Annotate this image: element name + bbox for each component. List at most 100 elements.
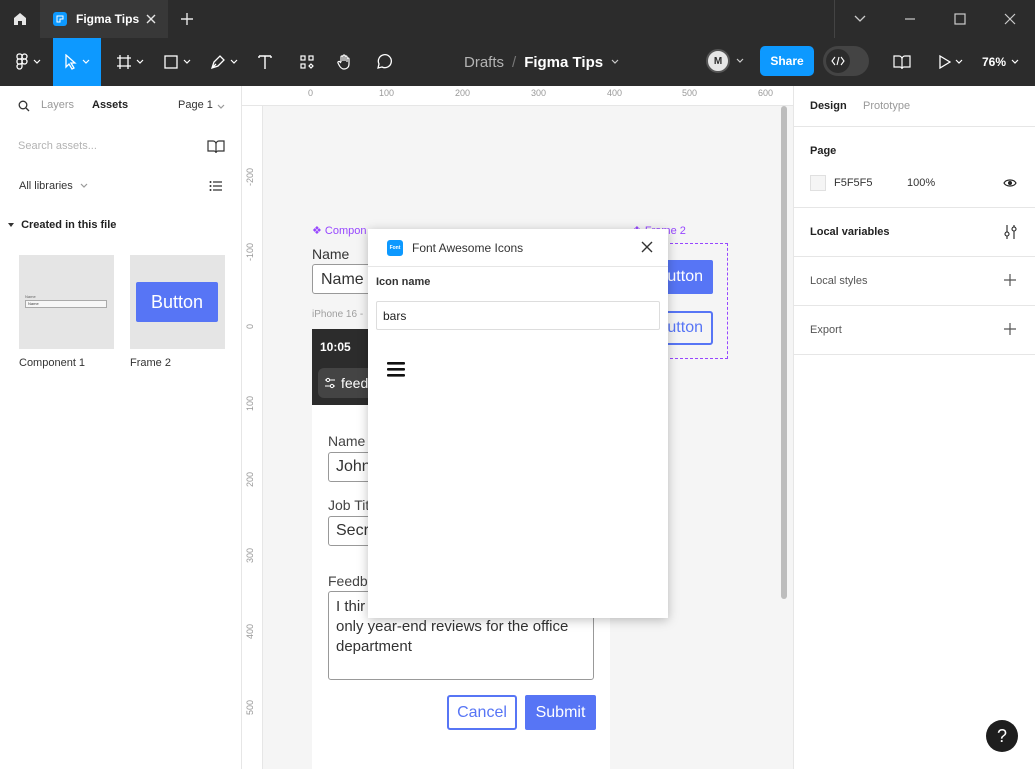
comment-tool[interactable] (370, 38, 398, 86)
search-assets-input[interactable]: Search assets... (18, 140, 97, 152)
chevron-down-icon (230, 59, 238, 64)
local-variables-section[interactable]: Local variables (794, 208, 1035, 257)
hand-tool[interactable] (332, 38, 358, 86)
tab-prototype[interactable]: Prototype (863, 100, 910, 112)
icon-name-input[interactable]: bars (376, 301, 660, 330)
asset-component-1[interactable]: Name Name (19, 255, 114, 349)
breadcrumb: Drafts / Figma Tips (464, 38, 619, 86)
asset-frame-2[interactable]: Button (130, 255, 225, 349)
all-libraries-dropdown[interactable]: All libraries (19, 180, 88, 192)
close-window-button[interactable] (985, 0, 1035, 38)
bars-icon[interactable] (387, 361, 405, 377)
plugin-title: Font Awesome Icons (412, 241, 524, 255)
move-tool[interactable] (53, 38, 101, 86)
zoom-menu[interactable]: 76% (982, 38, 1019, 86)
sliders-icon (325, 377, 335, 389)
minimize-button[interactable] (885, 0, 935, 38)
shape-tool[interactable] (157, 38, 197, 86)
chevron-down-icon[interactable] (611, 59, 619, 65)
local-styles-section[interactable]: Local styles (794, 257, 1035, 306)
tabs-dropdown-button[interactable] (835, 0, 885, 38)
plugin-close-button[interactable] (640, 240, 654, 254)
phone-job-label: Job Tit (328, 497, 370, 513)
home-button[interactable] (0, 0, 40, 38)
asset-label-component-1: Component 1 (19, 357, 86, 369)
phone-chip-text: feed (341, 375, 369, 391)
resources-icon (300, 55, 314, 69)
component-1-label[interactable]: ❖ Compon (312, 224, 367, 237)
help-button[interactable]: ? (986, 720, 1018, 752)
variables-settings-icon[interactable] (1004, 224, 1017, 240)
resources-tool[interactable] (294, 38, 320, 86)
phone-submit-button[interactable]: Submit (525, 695, 596, 730)
right-panel-tabs: Design Prototype (794, 86, 1035, 127)
book-icon[interactable] (207, 140, 225, 154)
chevron-down-icon (736, 58, 744, 63)
page-color-swatch[interactable] (810, 175, 826, 191)
left-panel: Layers Assets Page 1 Search assets... Al… (0, 86, 242, 769)
search-icon[interactable] (18, 100, 30, 112)
phone-cancel-button[interactable]: Cancel (447, 695, 517, 730)
share-button[interactable]: Share (760, 46, 814, 76)
frame-tool[interactable] (110, 38, 150, 86)
all-libraries-label: All libraries (19, 180, 73, 192)
close-icon (1004, 13, 1016, 25)
page-section-title: Page (810, 145, 837, 157)
main-menu-button[interactable] (8, 38, 48, 86)
phone-time: 10:05 (320, 340, 351, 354)
chevron-down-icon (1011, 59, 1019, 64)
present-button[interactable] (934, 38, 968, 86)
created-in-file-label: Created in this file (21, 219, 117, 231)
plus-icon (181, 13, 193, 25)
pen-tool[interactable] (204, 38, 244, 86)
ruler-left: -200 -100 0 100 200 300 400 500 (242, 106, 263, 769)
ruler-tick: 100 (379, 88, 395, 98)
tab-design[interactable]: Design (810, 100, 847, 112)
avatar[interactable]: M (706, 49, 730, 73)
avatar-menu-chevron[interactable] (736, 58, 744, 64)
chevron-down-icon (33, 59, 41, 64)
plus-icon[interactable] (1004, 323, 1016, 335)
caret-down-icon (8, 223, 14, 227)
component-1-field-label: Name (312, 246, 350, 262)
file-tab[interactable]: Figma Tips (40, 0, 168, 38)
tab-assets[interactable]: Assets (92, 99, 128, 111)
export-section[interactable]: Export (794, 306, 1035, 355)
iphone-frame-label[interactable]: iPhone 16 - (312, 309, 363, 320)
hand-icon (337, 54, 350, 70)
tab-layers[interactable]: Layers (41, 99, 74, 111)
toolbar: Drafts / Figma Tips M Share 76% (0, 38, 1035, 86)
eye-icon[interactable] (1003, 178, 1017, 188)
maximize-button[interactable] (935, 0, 985, 38)
created-in-file-section[interactable]: Created in this file (8, 219, 116, 231)
page-section: Page F5F5F5 100% (794, 127, 1035, 208)
breadcrumb-drafts[interactable]: Drafts (464, 54, 504, 71)
list-view-icon[interactable] (209, 180, 223, 192)
rectangle-icon (164, 55, 178, 69)
right-panel: Design Prototype Page F5F5F5 100% Local … (793, 86, 1035, 769)
phone-name-label: Name (328, 433, 366, 449)
comment-icon (377, 54, 392, 69)
ruler-tick: 100 (245, 396, 255, 412)
chevron-down-icon[interactable] (217, 104, 225, 110)
canvas-vertical-scrollbar[interactable] (781, 106, 787, 599)
library-button[interactable] (890, 38, 914, 86)
frame-icon (117, 55, 131, 69)
new-tab-button[interactable] (176, 8, 198, 30)
close-tab-icon[interactable] (144, 12, 158, 26)
plugin-header[interactable]: Font Font Awesome Icons (368, 229, 668, 267)
local-variables-title: Local variables (810, 226, 890, 238)
plus-icon[interactable] (1004, 274, 1016, 286)
component-1-field[interactable]: Name (312, 264, 372, 294)
cursor-icon (65, 54, 77, 70)
page-opacity-value[interactable]: 100% (907, 177, 935, 189)
page-selector[interactable]: Page 1 (178, 99, 213, 111)
page-color-value[interactable]: F5F5F5 (834, 177, 873, 189)
export-title: Export (810, 324, 842, 336)
text-tool[interactable] (252, 38, 278, 86)
asset-label-frame-2: Frame 2 (130, 357, 171, 369)
breadcrumb-file-name[interactable]: Figma Tips (524, 54, 603, 71)
pen-icon (210, 55, 225, 70)
dev-mode-toggle[interactable] (823, 46, 869, 76)
close-icon (641, 241, 653, 253)
